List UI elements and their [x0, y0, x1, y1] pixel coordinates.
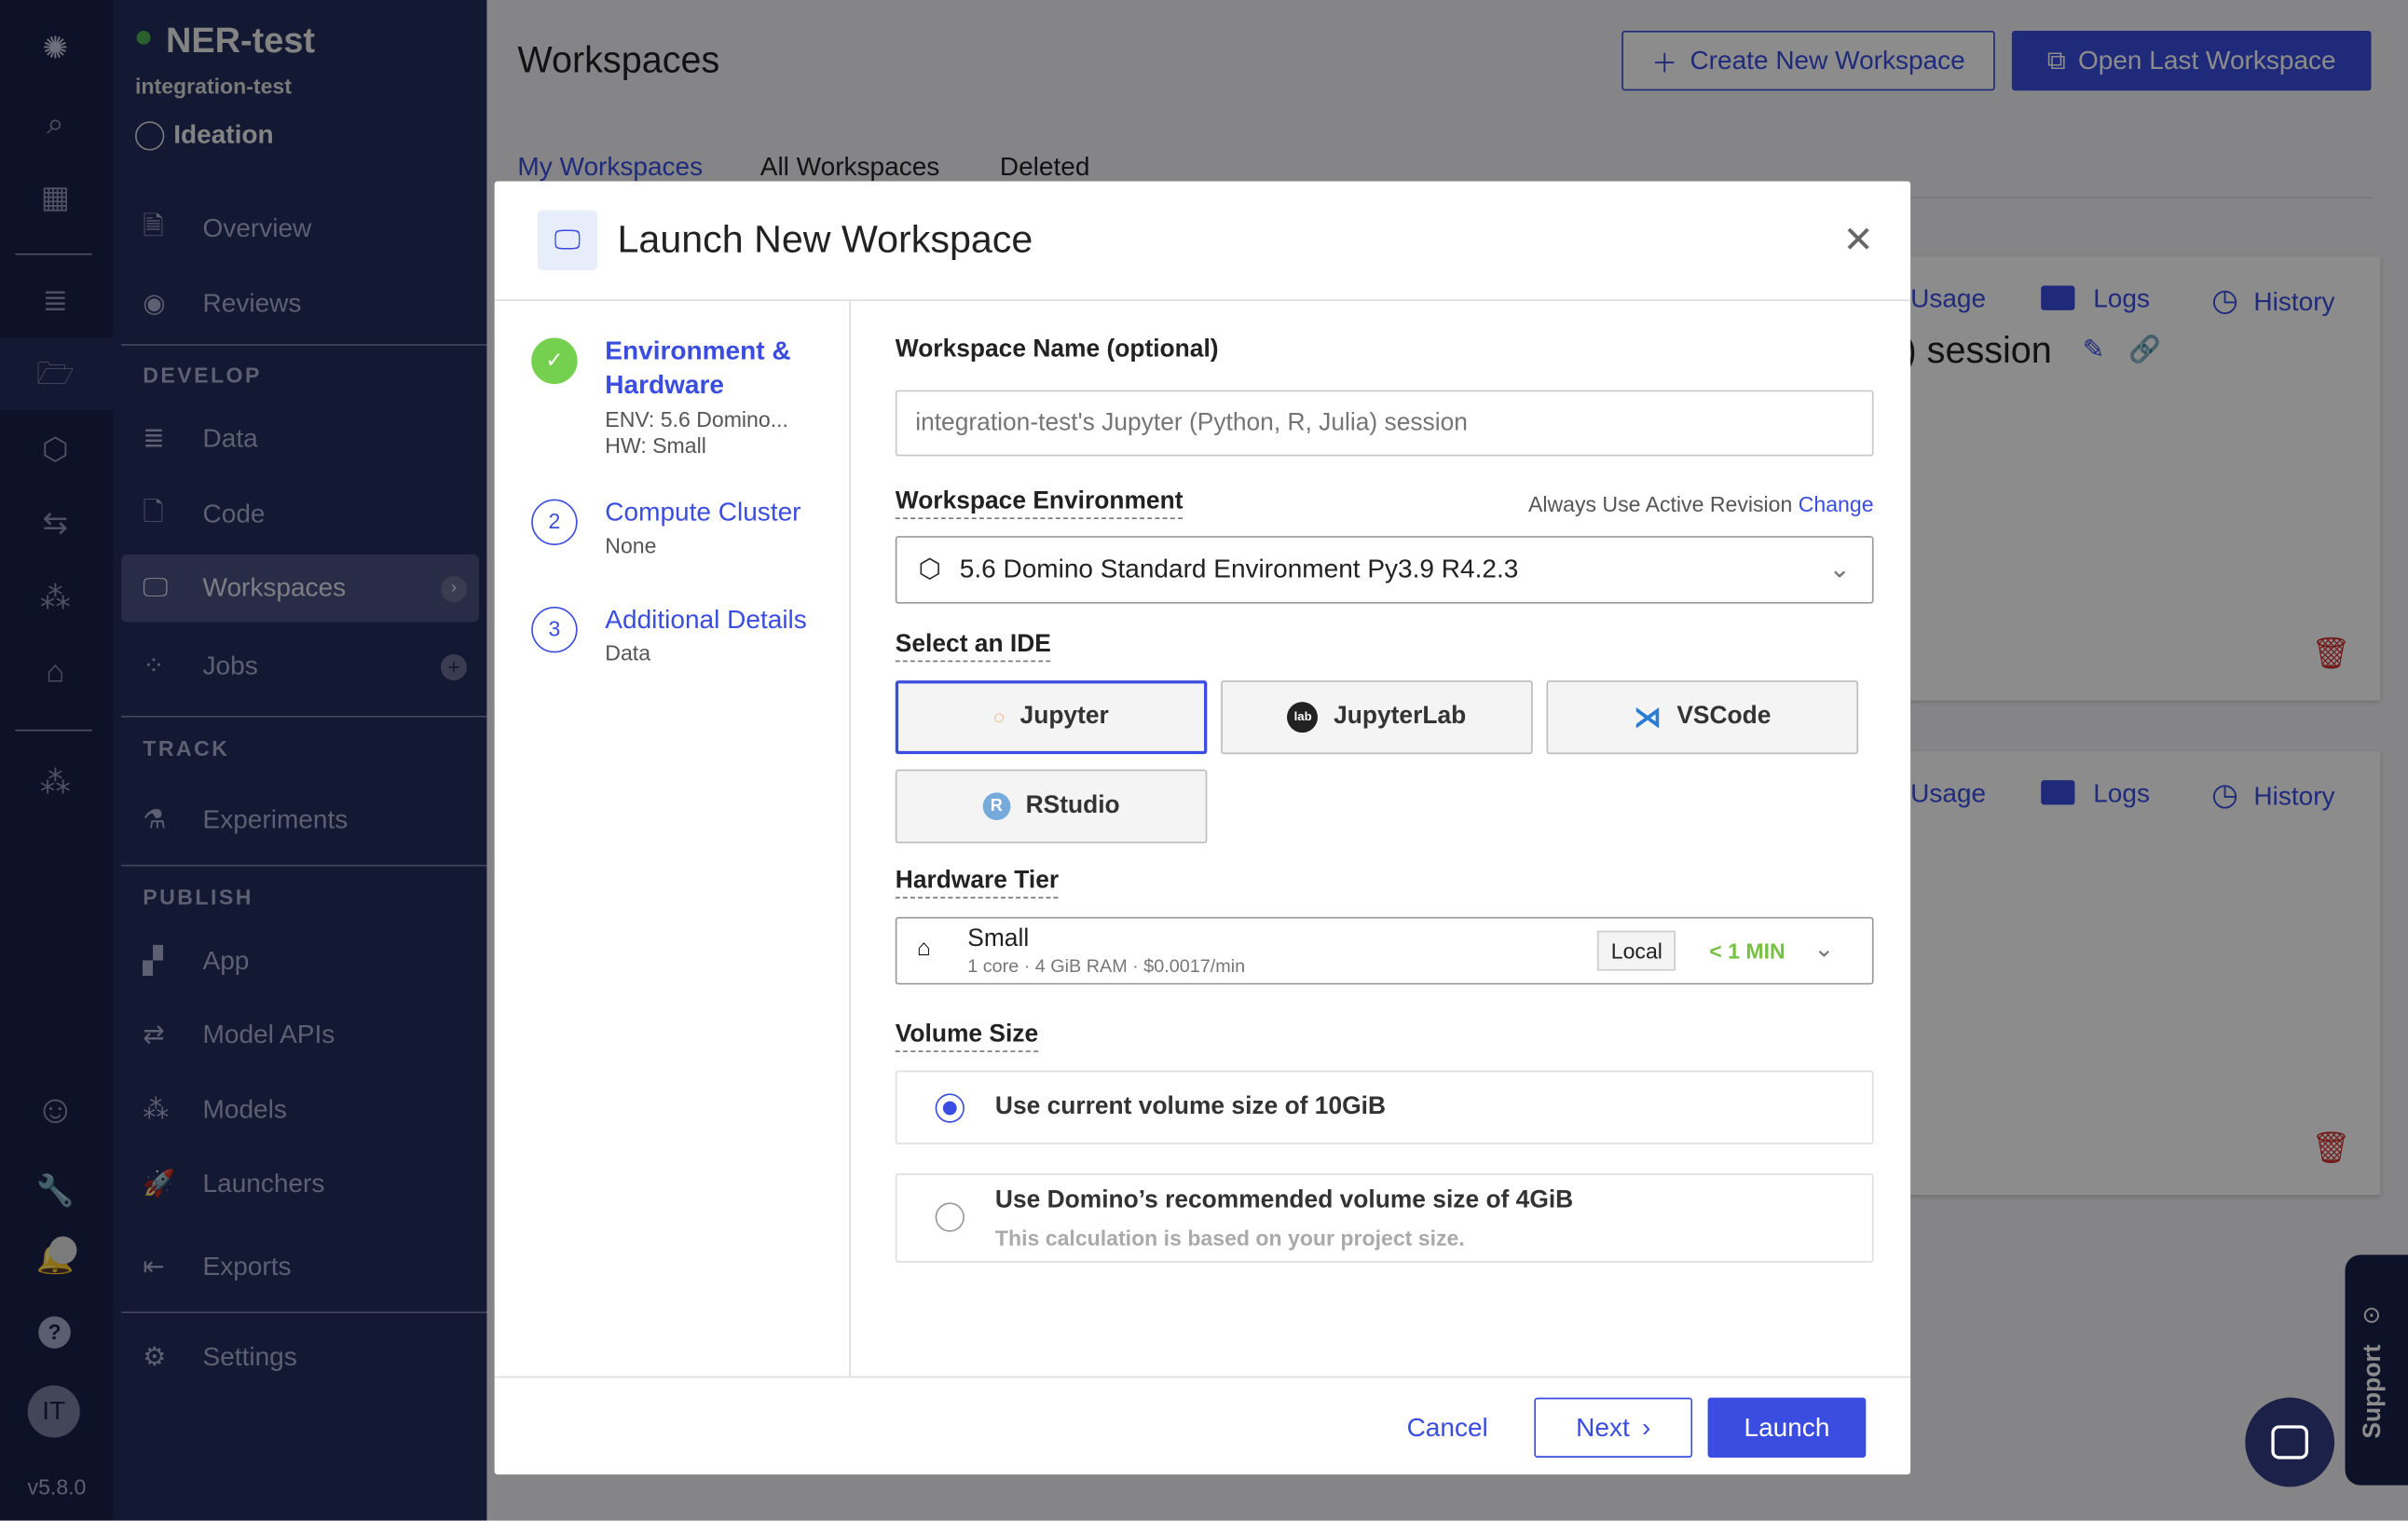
close-icon[interactable]: ✕	[1843, 218, 1874, 263]
step-sub: Data	[605, 640, 651, 665]
start-time: < 1 MIN	[1709, 938, 1785, 964]
radio-selected[interactable]	[935, 1093, 965, 1123]
rstudio-icon: R	[982, 792, 1011, 821]
ide-label-text: JupyterLab	[1334, 703, 1467, 730]
chat-button-foreground[interactable]	[2245, 1397, 2334, 1487]
radio-unselected[interactable]	[935, 1202, 965, 1232]
option-label: Use current volume size of 10GiB	[994, 1093, 1387, 1120]
ide-vscode[interactable]: ⋊ VSCode	[1546, 680, 1859, 755]
hardware-name: Small	[967, 925, 1030, 952]
ide-label: Select an IDE	[895, 631, 1051, 663]
name-label: Workspace Name (optional)	[895, 336, 1219, 363]
step-sub: None	[605, 532, 657, 558]
next-button[interactable]: Next ›	[1534, 1397, 1693, 1458]
button-label: Next	[1576, 1412, 1630, 1442]
change-link[interactable]: Change	[1799, 491, 1874, 515]
jupyterlab-icon: lab	[1287, 702, 1319, 733]
hardware-select[interactable]: ⌂ Small 1 core · 4 GiB RAM · $0.0017/min…	[895, 916, 1874, 985]
hardware-label: Hardware Tier	[895, 868, 1060, 899]
hard-drive-icon: ⌂	[916, 935, 931, 962]
revision-text: Always Use Active Revision	[1527, 491, 1793, 516]
ide-rstudio[interactable]: R RStudio	[895, 769, 1208, 843]
header-divider	[494, 299, 1911, 302]
ide-label-text: RStudio	[1025, 792, 1120, 819]
workspace-name-input[interactable]	[895, 390, 1874, 457]
volume-option-recommended[interactable]: Use Domino’s recommended volume size of …	[895, 1173, 1874, 1263]
option-note: This calculation is based on your projec…	[994, 1226, 1465, 1251]
check-icon: ✓	[531, 337, 578, 384]
volume-label: Volume Size	[895, 1021, 1039, 1052]
environment-label: Workspace Environment	[895, 488, 1183, 520]
modal-title: Launch New Workspace	[617, 218, 1033, 262]
launch-button[interactable]: Launch	[1707, 1397, 1867, 1458]
chat-icon	[2271, 1425, 2308, 1459]
radio-dot	[942, 1100, 956, 1115]
footer-divider	[494, 1376, 1911, 1378]
cube-icon: ⬡	[918, 554, 941, 584]
hardware-detail: 1 core · 4 GiB RAM · $0.0017/min	[967, 955, 1246, 978]
chevron-down-icon: ⌄	[1828, 554, 1851, 584]
step-sub: ENV: 5.6 Domino...	[605, 406, 788, 432]
ide-jupyter[interactable]: ◌ Jupyter	[895, 680, 1208, 755]
jupyter-icon: ◌	[993, 706, 1006, 729]
steps-divider	[849, 301, 851, 1377]
environment-value: 5.6 Domino Standard Environment Py3.9 R4…	[959, 554, 1519, 584]
chevron-down-icon: ⌄	[1813, 937, 1835, 964]
ide-label-text: Jupyter	[1019, 703, 1109, 730]
step-number: 2	[531, 499, 578, 546]
environment-select[interactable]: ⬡ 5.6 Domino Standard Environment Py3.9 R…	[895, 536, 1874, 604]
monitor-icon: 🖵	[537, 210, 598, 271]
local-badge: Local	[1596, 930, 1676, 971]
env-revision: Always Use Active Revision Change	[1528, 491, 1874, 515]
ide-jupyterlab[interactable]: lab JupyterLab	[1221, 680, 1533, 755]
launch-workspace-modal: 🖵 Launch New Workspace ✕ ✓ Environment &…	[494, 181, 1911, 1475]
vscode-icon: ⋊	[1634, 701, 1662, 733]
step-title: Compute Cluster	[605, 497, 801, 528]
ide-label-text: VSCode	[1676, 703, 1772, 730]
option-label: Use Domino’s recommended volume size of …	[994, 1186, 1574, 1213]
step-number: 3	[531, 606, 578, 653]
button-label: Launch	[1744, 1412, 1830, 1442]
step-sub: HW: Small	[605, 432, 706, 459]
cancel-button[interactable]: Cancel	[1407, 1413, 1488, 1444]
chevron-right-icon: ›	[1641, 1412, 1651, 1442]
step-title: Additional Details	[605, 605, 807, 635]
step-title: Environment & Hardware	[605, 336, 791, 400]
volume-option-current[interactable]: Use current volume size of 10GiB	[895, 1070, 1874, 1144]
